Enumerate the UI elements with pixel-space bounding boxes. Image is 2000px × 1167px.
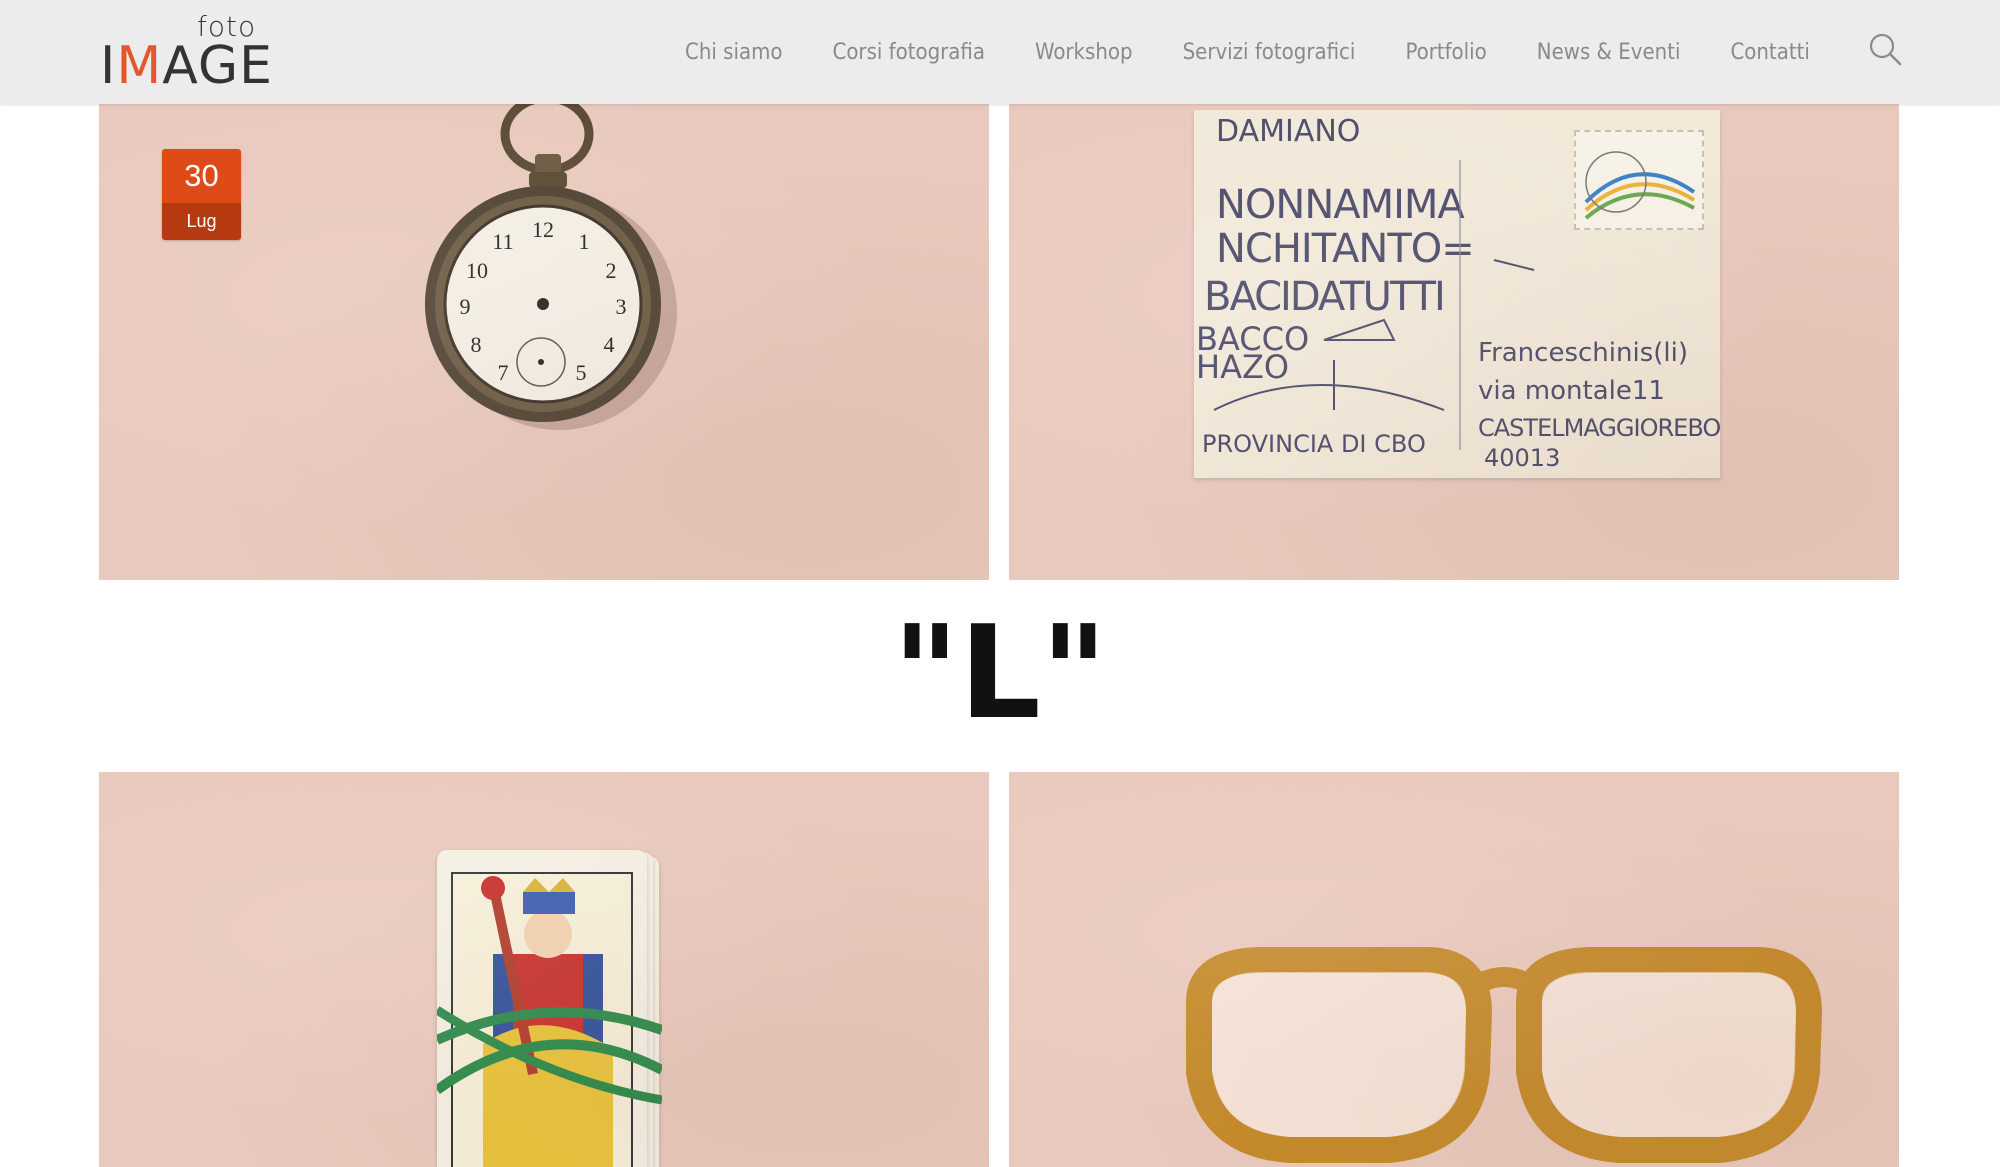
svg-text:10: 10 bbox=[466, 258, 488, 283]
postcard-divider bbox=[1459, 160, 1461, 450]
nav-item-servizi-fotografici[interactable]: Servizi fotografici bbox=[1183, 40, 1356, 65]
svg-text:4: 4 bbox=[604, 332, 615, 357]
postcard: DAMIANO NONNAMIMA NCHITANTO= BACIDATUTTI… bbox=[1194, 110, 1721, 478]
logo-image-text: IMAGE bbox=[100, 36, 274, 96]
svg-text:9: 9 bbox=[460, 294, 471, 319]
postcard-address-line: 40013 bbox=[1484, 444, 1561, 472]
svg-text:7: 7 bbox=[498, 360, 509, 385]
search-icon[interactable] bbox=[1868, 32, 1902, 66]
svg-text:12: 12 bbox=[532, 217, 554, 242]
photo-postcard[interactable]: DAMIANO NONNAMIMA NCHITANTO= BACIDATUTTI… bbox=[1009, 104, 1899, 580]
postcard-address-line: CASTELMAGGIOREBO bbox=[1478, 414, 1721, 442]
nav-item-portfolio[interactable]: Portfolio bbox=[1405, 40, 1486, 65]
nav-item-contatti[interactable]: Contatti bbox=[1730, 40, 1809, 65]
post-date-day: 30 bbox=[162, 149, 241, 203]
postcard-stamp bbox=[1574, 130, 1704, 230]
postcard-address-line: via montale11 bbox=[1478, 376, 1665, 406]
postcard-message-line: BACIDATUTTI bbox=[1204, 274, 1446, 320]
post-heading: "L" bbox=[892, 599, 1108, 748]
post-date-month: Lug bbox=[162, 203, 241, 240]
photo-glasses[interactable] bbox=[1009, 772, 1899, 1167]
svg-text:8: 8 bbox=[471, 332, 482, 357]
nav-item-corsi-fotografia[interactable]: Corsi fotografia bbox=[833, 40, 986, 65]
postcard-message-line: HAZO bbox=[1196, 348, 1290, 386]
site-logo[interactable]: foto IMAGE bbox=[100, 10, 272, 92]
svg-text:3: 3 bbox=[616, 294, 627, 319]
postcard-footer-left: PROVINCIA DI CBO bbox=[1202, 430, 1426, 458]
svg-text:1: 1 bbox=[579, 229, 590, 254]
site-header: foto IMAGE Chi siamo Corsi fotografia Wo… bbox=[0, 0, 2000, 104]
postcard-name: DAMIANO bbox=[1216, 114, 1361, 149]
svg-text:2: 2 bbox=[606, 258, 617, 283]
postcard-message-line: NCHITANTO= bbox=[1216, 226, 1475, 272]
post-date-badge: 30 Lug bbox=[162, 149, 241, 240]
photo-playing-card[interactable] bbox=[99, 772, 989, 1167]
postcard-address-line: Franceschinis(li) bbox=[1478, 338, 1688, 368]
svg-text:5: 5 bbox=[576, 360, 587, 385]
main-nav: Chi siamo Corsi fotografia Workshop Serv… bbox=[660, 0, 1835, 104]
nav-item-news-eventi[interactable]: News & Eventi bbox=[1537, 40, 1681, 65]
nav-item-workshop[interactable]: Workshop bbox=[1035, 40, 1133, 65]
playing-card-stack bbox=[437, 850, 662, 1167]
svg-text:11: 11 bbox=[492, 229, 513, 254]
postcard-message-line: NONNAMIMA bbox=[1216, 182, 1465, 228]
nav-item-chi-siamo[interactable]: Chi siamo bbox=[685, 40, 783, 65]
